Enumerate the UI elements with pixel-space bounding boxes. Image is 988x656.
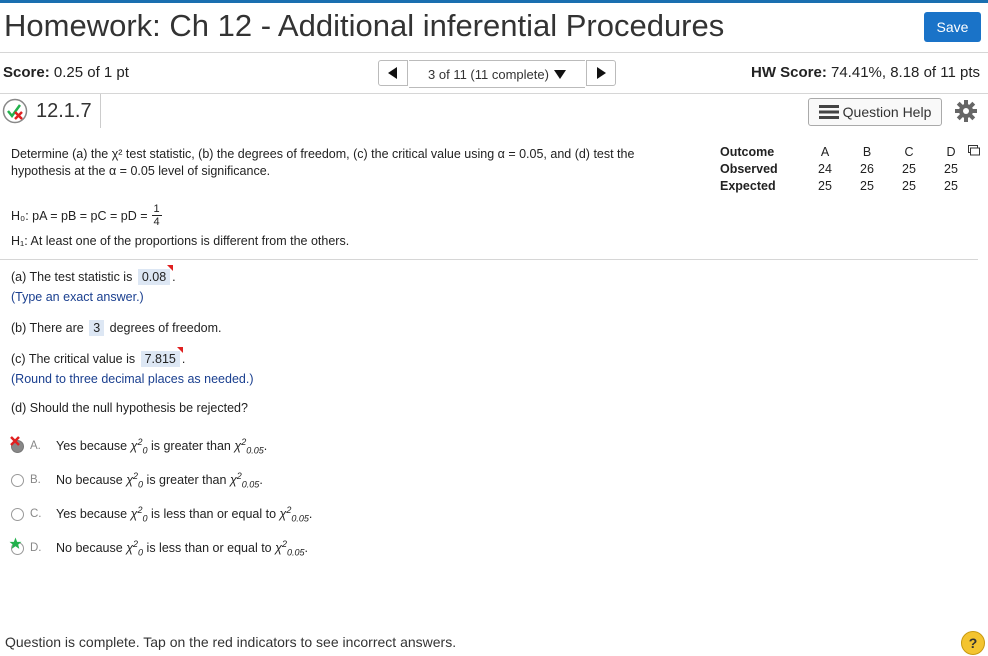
part-c: (c) The critical value is 7.815. <box>11 347 185 367</box>
answer-b[interactable]: 3 <box>89 320 105 336</box>
fraction: 1 4 <box>151 203 162 228</box>
completion-status: Question is complete. Tap on the red ind… <box>5 634 457 650</box>
option-c[interactable]: C. Yes because χ20 is less than or equal… <box>11 505 312 524</box>
question-help-button[interactable]: Question Help <box>808 98 942 126</box>
hint-c: (Round to three decimal places as needed… <box>11 372 254 386</box>
save-button[interactable]: Save <box>924 12 981 42</box>
question-prompt: Determine (a) the χ² test statistic, (b)… <box>11 147 635 178</box>
list-icon <box>818 105 839 119</box>
caret-down-icon <box>553 69 566 79</box>
top-accent-bar <box>0 0 988 3</box>
radio-button[interactable] <box>11 507 24 521</box>
arrow-left-icon <box>388 67 397 79</box>
option-b[interactable]: B. No because χ20 is greater than χ20.05… <box>11 471 263 490</box>
gear-icon[interactable] <box>954 99 978 123</box>
help-icon[interactable]: ? <box>961 631 985 655</box>
incorrect-x-icon <box>10 435 20 446</box>
score: Score: 0.25 of 1 pt <box>3 64 129 81</box>
previous-question-button[interactable] <box>378 60 408 86</box>
radio-button[interactable] <box>11 473 24 487</box>
table-row: Expected 25 25 25 25 <box>720 178 958 193</box>
option-a[interactable]: A. Yes because χ20 is greater than χ20.0… <box>10 435 267 456</box>
table-row: Outcome A B C D <box>720 143 980 160</box>
divider <box>0 93 988 94</box>
option-d[interactable]: D. No because χ20 is less than or equal … <box>9 537 308 558</box>
radio-button[interactable] <box>9 537 24 555</box>
copy-icon[interactable] <box>968 145 980 156</box>
part-a: (a) The test statistic is 0.08. <box>11 265 176 285</box>
part-d: (d) Should the null hypothesis be reject… <box>11 401 248 415</box>
hw-score: HW Score: 74.41%, 8.18 of 11 pts <box>750 64 980 81</box>
question-selector[interactable]: 3 of 11 (11 complete) <box>409 60 585 88</box>
hint-a: (Type an exact answer.) <box>11 290 144 304</box>
page-title: Homework: Ch 12 - Additional inferential… <box>4 8 725 43</box>
question-number: 12.1.7 <box>36 100 92 122</box>
radio-button[interactable] <box>10 435 24 453</box>
part-b: (b) There are 3 degrees of freedom. <box>11 320 222 336</box>
correct-star-icon <box>9 537 22 549</box>
partial-credit-icon <box>2 98 28 124</box>
incorrect-flag-icon[interactable] <box>176 347 183 353</box>
answer-c[interactable]: 7.815 <box>140 347 183 367</box>
arrow-right-icon <box>597 67 606 79</box>
next-question-button[interactable] <box>586 60 616 86</box>
table-row: Observed 24 26 25 25 <box>720 161 958 176</box>
alternative-hypothesis: H₁: At least one of the proportions is d… <box>11 234 350 248</box>
incorrect-flag-icon[interactable] <box>167 265 174 271</box>
outcome-table: Outcome A B C D Observed 24 26 25 25 Exp… <box>720 143 980 194</box>
answer-a[interactable]: 0.08 <box>137 265 174 285</box>
divider <box>0 259 978 260</box>
divider <box>0 52 988 53</box>
null-hypothesis: H₀: pA = pB = pC = pD = 1 4 <box>11 203 162 228</box>
